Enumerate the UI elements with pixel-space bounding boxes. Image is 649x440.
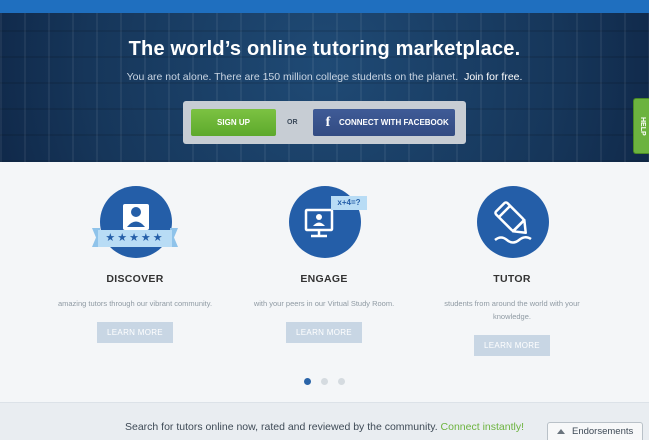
facebook-icon: f [325,115,331,130]
join-link[interactable]: Join for free. [464,71,522,83]
endorsements-label: Endorsements [572,426,634,437]
hero-subtitle-text: You are not alone. There are 150 million… [126,71,459,83]
profile-stars-icon: ★★★★★ [90,186,180,261]
feature-description: with your peers in our Virtual Study Roo… [253,299,395,308]
hero-title: The world’s online tutoring marketplace. [128,38,521,60]
rating-stars: ★★★★★ [105,232,165,244]
carousel-dot-2[interactable] [321,378,328,385]
bottom-bar: Search for tutors online now, rated and … [0,402,649,440]
sign-up-button[interactable]: SIGN UP [191,109,276,136]
top-strip [0,0,649,13]
learn-more-button[interactable]: LEARN MORE [286,322,362,343]
connect-instantly-link[interactable]: Connect instantly! [441,421,524,433]
feature-title: ENGAGE [300,273,348,285]
feature-title: TUTOR [493,273,531,285]
feature-engage: x+4=? ENGAGE with your peers in our Virt… [234,162,414,343]
equation-label: x+4=? [337,198,361,207]
help-tab[interactable]: HELP [633,98,649,154]
bottom-message-text: Search for tutors online now, rated and … [124,421,438,433]
feature-description: students from around the world with your… [444,299,580,321]
feature-tutor: TUTOR students from around the world wit… [422,162,602,356]
caret-up-icon [557,429,565,434]
feature-discover: ★★★★★ DISCOVER amazing tutors through ou… [45,162,225,343]
hero-subtitle: You are not alone. There are 150 million… [0,71,649,83]
feature-description: amazing tutors through our vibrant commu… [57,299,213,308]
or-label: OR [287,119,298,126]
whiteboard-icon: x+4=? [279,186,369,261]
carousel-dot-1[interactable] [303,378,311,385]
feature-title: DISCOVER [106,273,164,285]
carousel-dot-3[interactable] [338,378,346,385]
hero-banner: The world’s online tutoring marketplace.… [0,0,649,162]
learn-more-button[interactable]: LEARN MORE [97,322,173,343]
connect-facebook-button[interactable]: f CONNECT WITH FACEBOOK [313,109,455,136]
pencil-icon [467,186,557,261]
learn-more-button[interactable]: LEARN MORE [474,335,550,356]
endorsements-tab[interactable]: Endorsements [547,422,643,440]
carousel-dots [0,372,649,390]
cta-box: SIGN UP OR f CONNECT WITH FACEBOOK [183,101,466,144]
help-tab-label: HELP [639,117,646,136]
features-section: ★★★★★ DISCOVER amazing tutors through ou… [0,162,649,402]
connect-facebook-label: CONNECT WITH FACEBOOK [339,118,449,127]
